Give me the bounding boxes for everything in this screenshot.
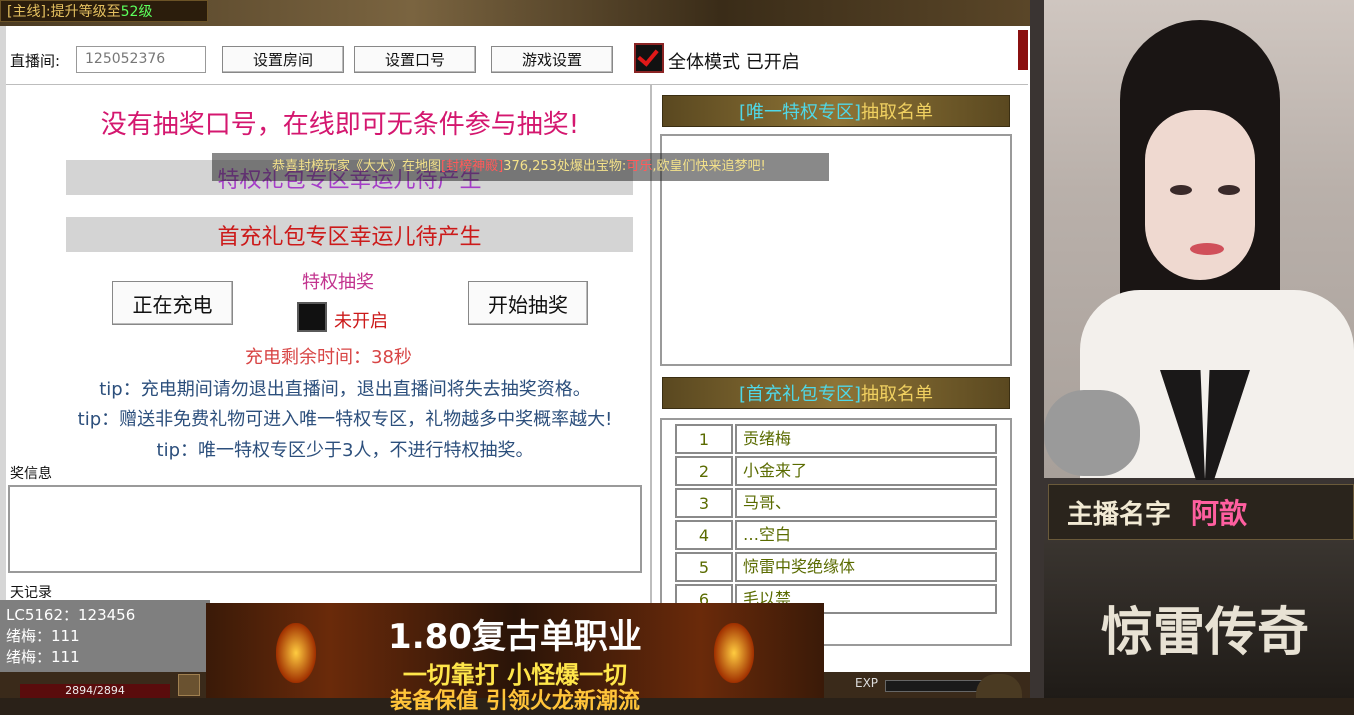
- ticker-text: ,欧皇们快来追梦吧!: [652, 159, 766, 174]
- streamer-name-label: 主播名字: [1067, 499, 1172, 530]
- set-room-button[interactable]: 设置房间: [222, 46, 344, 73]
- streamer-name-value: 阿歆: [1191, 497, 1248, 530]
- winner-rank: 1: [675, 424, 733, 454]
- tip-line-2: tip：赠送非免费礼物可进入唯一特权专区，礼物越多中奖概率越大!: [77, 409, 613, 430]
- privilege-lottery-checkbox[interactable]: [297, 302, 327, 332]
- all-mode-label: 全体模式 已开启: [668, 52, 800, 73]
- vip-zone-header: [唯一特权专区] 抽取名单: [662, 95, 1010, 127]
- start-lottery-button[interactable]: 开始抽奖: [468, 281, 588, 325]
- countdown-text: 充电剩余时间：38秒: [245, 347, 412, 368]
- hp-bar: 2894/2894: [20, 684, 170, 698]
- set-password-button[interactable]: 设置口号: [354, 46, 476, 73]
- winner-name[interactable]: 贡绪梅: [735, 424, 997, 454]
- prize-info-label: 奖信息: [10, 466, 52, 482]
- quest-text: [主线]:提升等级至: [7, 4, 121, 20]
- game-logo-text: 惊雷传奇: [1100, 602, 1309, 663]
- first-charge-banner: 首充礼包专区幸运儿待产生: [66, 217, 633, 252]
- winner-name[interactable]: …空白: [735, 520, 997, 550]
- chat-line: 绪梅：111: [6, 648, 80, 666]
- chat-line: LC5162：123456: [6, 606, 136, 624]
- game-settings-button[interactable]: 游戏设置: [491, 46, 613, 73]
- quest-level: 52级: [120, 4, 153, 20]
- ticker-item: 可乐: [626, 159, 653, 174]
- vip-zone-header-bracket: [唯一特权专区]: [738, 102, 862, 123]
- torch-right-icon: [714, 623, 754, 683]
- toolbar-divider: [6, 84, 1028, 85]
- privilege-status: 未开启: [334, 311, 388, 332]
- prize-info-box[interactable]: [8, 485, 642, 573]
- winner-name[interactable]: 惊雷中奖绝缘体: [735, 552, 997, 582]
- headline-text: 没有抽奖口号，在线即可无条件参与抽奖!: [100, 110, 580, 140]
- microphone-icon: [1044, 390, 1140, 476]
- tip-line-3: tip：唯一特权专区少于3人，不进行特权抽奖。: [156, 440, 534, 461]
- all-mode-checkbox[interactable]: [634, 43, 664, 73]
- streamer-name-plate: 主播名字 阿歆: [1048, 484, 1354, 540]
- winner-rank: 3: [675, 488, 733, 518]
- winner-rank: 2: [675, 456, 733, 486]
- drop-announcement-ticker: 恭喜封榜玩家《大大》在地图[封榜神殿]376,253处爆出宝物:可乐,欧皇们快来…: [212, 153, 829, 181]
- eye-right: [1218, 185, 1240, 195]
- winner-name[interactable]: 马哥、: [735, 488, 997, 518]
- exp-label: EXP: [855, 676, 879, 690]
- first-charge-header-bracket: [首充礼包专区]: [738, 384, 862, 405]
- lips: [1190, 243, 1224, 255]
- charging-button[interactable]: 正在充电: [112, 281, 233, 325]
- room-label: 直播间:: [10, 52, 61, 70]
- first-charge-header: [首充礼包专区] 抽取名单: [662, 377, 1010, 409]
- first-charge-header-text: 抽取名单: [861, 384, 934, 405]
- window-edge-button[interactable]: [1018, 30, 1028, 70]
- torch-left-icon: [276, 623, 316, 683]
- ticker-map: [封榜神殿]: [441, 159, 504, 174]
- tip-line-1: tip：充电期间请勿退出直播间，退出直播间将失去抽奖资格。: [99, 379, 591, 400]
- vip-zone-header-text: 抽取名单: [861, 102, 934, 123]
- eye-left: [1170, 185, 1192, 195]
- winner-rank: 4: [675, 520, 733, 550]
- chat-line: 绪梅：111: [6, 627, 80, 645]
- shortcut-icon[interactable]: [178, 674, 200, 696]
- ticker-text: 恭喜封榜玩家《大大》在地图: [272, 159, 442, 174]
- winner-rank: 5: [675, 552, 733, 582]
- ad-line-2: 装备保值 引领火龙新潮流: [390, 689, 640, 714]
- quest-tracker[interactable]: [主线]:提升等级至52级: [0, 0, 208, 22]
- ticker-text: 376,253处爆出宝物:: [503, 159, 627, 174]
- promo-ad[interactable]: 1.80复古单职业 一切靠打 小怪爆一切 装备保值 引领火龙新潮流: [206, 603, 824, 714]
- winner-name[interactable]: 小金来了: [735, 456, 997, 486]
- privilege-lottery-title: 特权抽奖: [302, 272, 374, 293]
- chat-log[interactable]: LC5162：123456 绪梅：111 绪梅：111: [6, 604, 206, 668]
- room-id-input[interactable]: 125052376: [76, 46, 206, 73]
- chat-log-label: 天记录: [10, 585, 52, 601]
